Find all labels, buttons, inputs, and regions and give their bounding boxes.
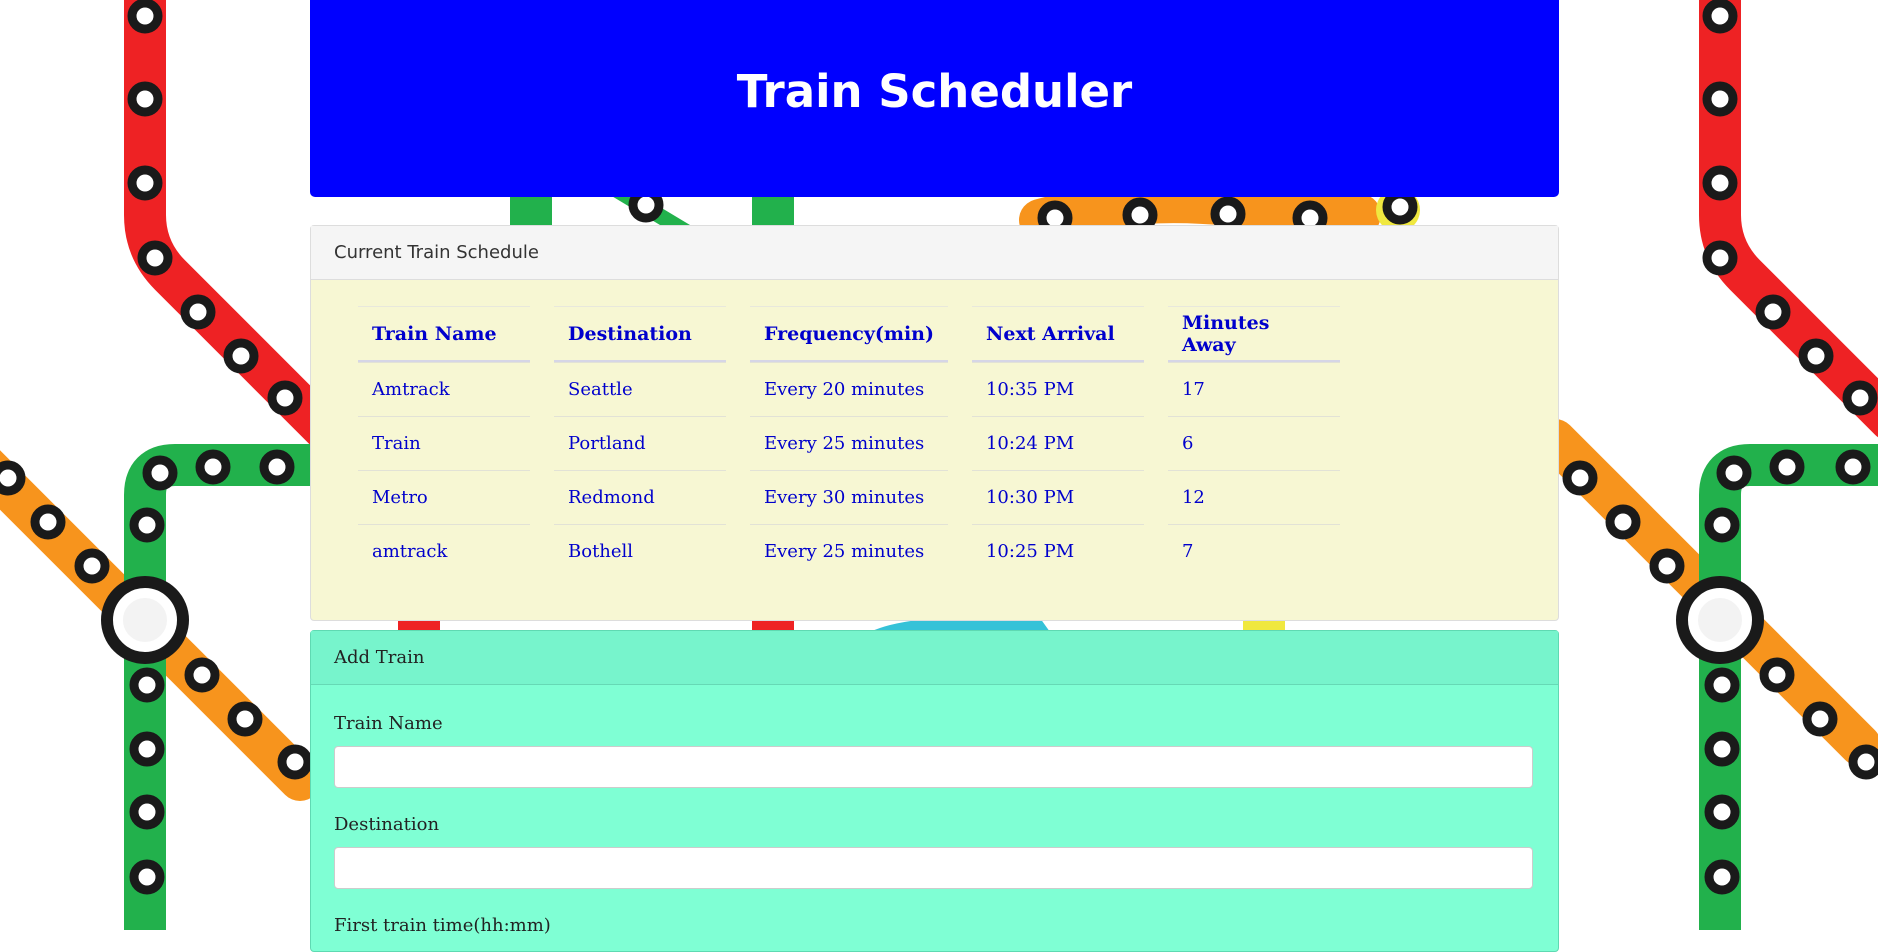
- cell-minutes-away: 7: [1167, 524, 1340, 578]
- cell-minutes-away: 17: [1167, 362, 1340, 416]
- cell-frequency: Every 20 minutes: [750, 362, 948, 416]
- cell-frequency: Every 30 minutes: [750, 470, 948, 524]
- destination-input[interactable]: [334, 847, 1533, 889]
- cell-next-arrival: 10:35 PM: [971, 362, 1144, 416]
- page-title: Train Scheduler: [736, 65, 1133, 118]
- first-train-time-group: First train time(hh:mm): [334, 889, 1535, 936]
- cell-next-arrival: 10:30 PM: [971, 470, 1144, 524]
- cell-train-name: Metro: [358, 470, 530, 524]
- column-header-minutes-away: Minutes Away: [1167, 306, 1340, 362]
- column-header-destination: Destination: [554, 306, 726, 362]
- cell-minutes-away: 12: [1167, 470, 1340, 524]
- cell-destination: Seattle: [554, 362, 726, 416]
- table-row: Metro Redmond Every 30 minutes 10:30 PM …: [358, 470, 1340, 524]
- cell-destination: Portland: [554, 416, 726, 470]
- destination-label: Destination: [334, 814, 440, 835]
- train-name-group: Train Name: [334, 685, 1535, 788]
- column-header-train-name: Train Name: [358, 306, 530, 362]
- schedule-panel-heading: Current Train Schedule: [311, 226, 1558, 280]
- schedule-table: Train Name Destination Frequency(min) Ne…: [334, 306, 1364, 578]
- train-name-label: Train Name: [334, 713, 443, 734]
- table-row: Amtrack Seattle Every 20 minutes 10:35 P…: [358, 362, 1340, 416]
- cell-train-name: Train: [358, 416, 530, 470]
- cell-train-name: amtrack: [358, 524, 530, 578]
- column-header-next-arrival: Next Arrival: [971, 306, 1144, 362]
- cell-train-name: Amtrack: [358, 362, 530, 416]
- column-header-frequency: Frequency(min): [750, 306, 948, 362]
- cell-next-arrival: 10:25 PM: [971, 524, 1144, 578]
- header-jumbotron: Train Scheduler: [310, 0, 1559, 197]
- table-header-row: Train Name Destination Frequency(min) Ne…: [358, 306, 1340, 362]
- cell-destination: Bothell: [554, 524, 726, 578]
- cell-frequency: Every 25 minutes: [750, 416, 948, 470]
- schedule-panel: Current Train Schedule Train Name Destin…: [310, 225, 1559, 621]
- cell-minutes-away: 6: [1167, 416, 1340, 470]
- first-train-time-label: First train time(hh:mm): [334, 915, 551, 936]
- destination-group: Destination: [334, 788, 1535, 889]
- cell-destination: Redmond: [554, 470, 726, 524]
- add-train-panel: Add Train Train Name Destination First t…: [310, 630, 1559, 952]
- table-row: Train Portland Every 25 minutes 10:24 PM…: [358, 416, 1340, 470]
- add-train-panel-heading: Add Train: [311, 631, 1558, 685]
- table-row: amtrack Bothell Every 25 minutes 10:25 P…: [358, 524, 1340, 578]
- add-train-form: Train Name Destination First train time(…: [311, 685, 1558, 936]
- train-name-input[interactable]: [334, 746, 1533, 788]
- cell-frequency: Every 25 minutes: [750, 524, 948, 578]
- cell-next-arrival: 10:24 PM: [971, 416, 1144, 470]
